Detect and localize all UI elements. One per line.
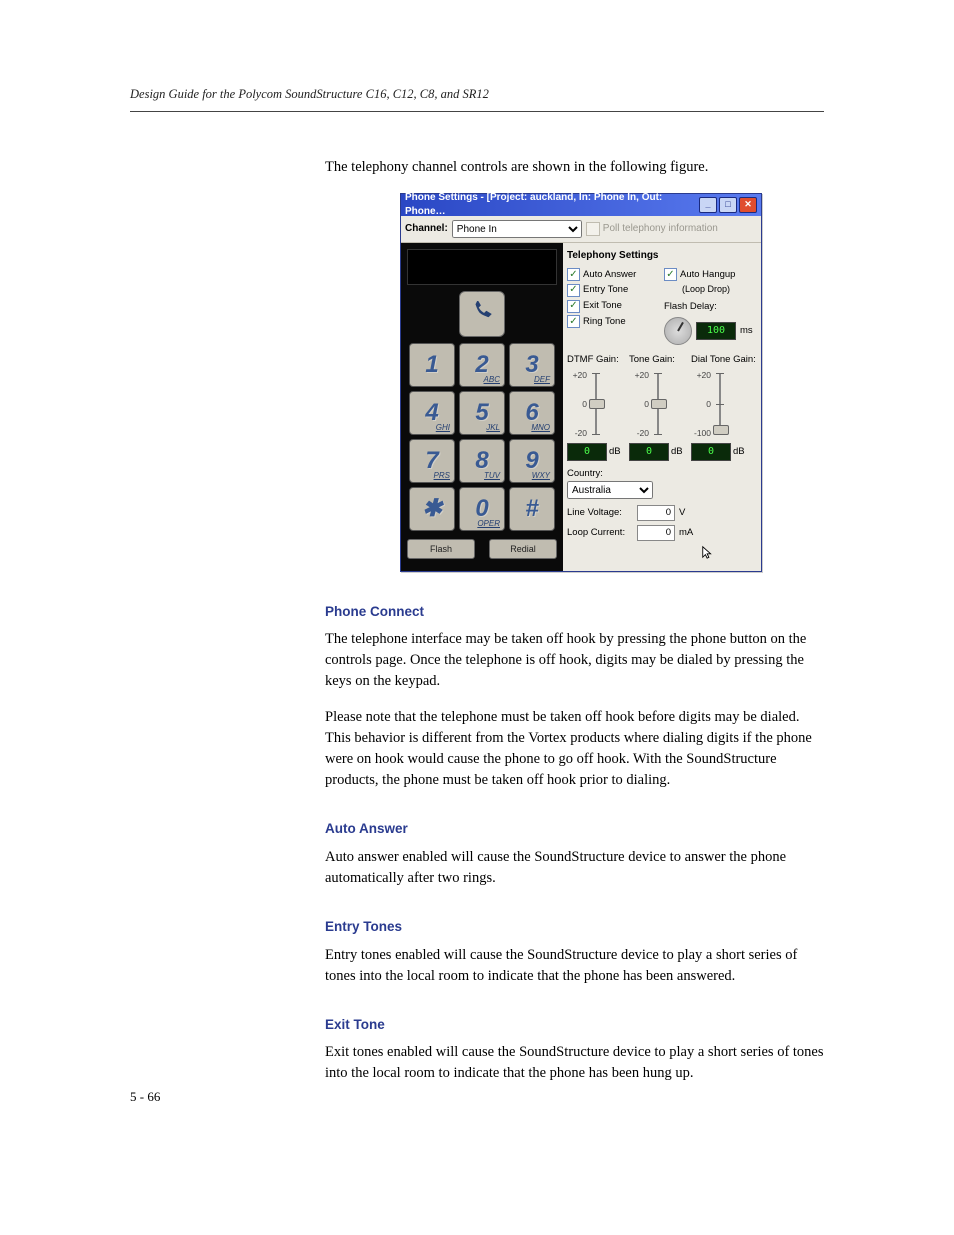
phone-connect-heading: Phone Connect (325, 602, 824, 622)
channel-select[interactable]: Phone In (452, 220, 582, 238)
hook-button[interactable] (459, 291, 505, 337)
key-6[interactable]: 6MNO (509, 391, 555, 435)
auto-hangup-label: Auto Hangup (680, 268, 735, 282)
auto-answer-checkbox[interactable]: ✓ (567, 268, 580, 281)
auto-answer-label: Auto Answer (583, 268, 636, 282)
exit-tone-label: Exit Tone (583, 299, 622, 313)
entry-tone-label: Entry Tone (583, 283, 628, 297)
maximize-button[interactable]: □ (719, 197, 737, 213)
loop-current-value: 0 (637, 525, 675, 541)
intro-text: The telephony channel controls are shown… (325, 157, 824, 178)
tone-gain-slider[interactable] (651, 369, 665, 439)
key-2[interactable]: 2ABC (459, 343, 505, 387)
phone-connect-p1: The telephone interface may be taken off… (325, 629, 824, 692)
entry-tones-p1: Entry tones enabled will cause the Sound… (325, 945, 824, 987)
auto-answer-p1: Auto answer enabled will cause the Sound… (325, 847, 824, 889)
dial-tone-gain-slider[interactable] (713, 369, 727, 439)
dial-tone-gain-value: 0 (691, 443, 731, 462)
key-9[interactable]: 9WXY (509, 439, 555, 483)
toolbar: Channel: Phone In Poll telephony informa… (401, 216, 761, 243)
key-star[interactable]: ✱ (409, 487, 455, 531)
key-7[interactable]: 7PRS (409, 439, 455, 483)
poll-checkbox[interactable] (586, 222, 600, 236)
poll-label: Poll telephony information (603, 222, 718, 237)
tone-gain-value: 0 (629, 443, 669, 462)
lcd-display (407, 249, 557, 285)
keypad-panel: 1 2ABC 3DEF 4GHI 5JKL 6MNO 7PRS 8TUV 9WX… (401, 243, 563, 571)
telephony-settings-panel: Telephony Settings ✓Auto Answer ✓Entry T… (563, 243, 761, 571)
key-0[interactable]: 0OPER (459, 487, 505, 531)
settings-group-title: Telephony Settings (567, 249, 755, 264)
auto-answer-heading: Auto Answer (325, 819, 824, 839)
close-button[interactable]: ✕ (739, 197, 757, 213)
key-8[interactable]: 8TUV (459, 439, 505, 483)
dtmf-gain-value: 0 (567, 443, 607, 462)
flash-button[interactable]: Flash (407, 539, 475, 559)
key-1[interactable]: 1 (409, 343, 455, 387)
exit-tone-p1: Exit tones enabled will cause the SoundS… (325, 1042, 824, 1084)
redial-button[interactable]: Redial (489, 539, 557, 559)
exit-tone-heading: Exit Tone (325, 1015, 824, 1035)
line-voltage-value: 0 (637, 505, 675, 521)
dtmf-gain-label: DTMF Gain: (567, 353, 619, 367)
cursor-icon (567, 545, 755, 565)
flash-delay-unit: ms (740, 324, 753, 338)
flash-delay-dial[interactable] (664, 317, 692, 345)
key-hash[interactable]: # (509, 487, 555, 531)
key-3[interactable]: 3DEF (509, 343, 555, 387)
page-number: 5 - 66 (130, 1088, 160, 1107)
line-voltage-unit: V (679, 506, 685, 520)
loop-current-label: Loop Current: (567, 526, 633, 540)
line-voltage-label: Line Voltage: (567, 506, 633, 520)
ring-tone-checkbox[interactable]: ✓ (567, 315, 580, 328)
flash-delay-label: Flash Delay: (664, 300, 755, 314)
flash-delay-value: 100 (696, 322, 736, 341)
dtmf-gain-slider[interactable] (589, 369, 603, 439)
auto-hangup-checkbox[interactable]: ✓ (664, 268, 677, 281)
phone-connect-p2: Please note that the telephone must be t… (325, 707, 824, 791)
phone-icon (469, 301, 495, 327)
entry-tone-checkbox[interactable]: ✓ (567, 284, 580, 297)
ring-tone-label: Ring Tone (583, 315, 626, 329)
window-titlebar: Phone Settings - [Project: auckland, In:… (401, 194, 761, 216)
key-5[interactable]: 5JKL (459, 391, 505, 435)
minimize-button[interactable]: _ (699, 197, 717, 213)
dial-tone-gain-label: Dial Tone Gain: (691, 353, 743, 367)
exit-tone-checkbox[interactable]: ✓ (567, 300, 580, 313)
window-title: Phone Settings - [Project: auckland, In:… (405, 191, 699, 220)
entry-tones-heading: Entry Tones (325, 917, 824, 937)
phone-settings-figure: Phone Settings - [Project: auckland, In:… (400, 193, 824, 572)
running-header: Design Guide for the Polycom SoundStruct… (130, 85, 824, 112)
country-select[interactable]: Australia (567, 481, 653, 499)
tone-gain-label: Tone Gain: (629, 353, 681, 367)
channel-label: Channel: (405, 222, 448, 237)
loop-drop-label: (Loop Drop) (664, 283, 755, 296)
country-label: Country: (567, 467, 755, 481)
loop-current-unit: mA (679, 526, 693, 540)
key-4[interactable]: 4GHI (409, 391, 455, 435)
